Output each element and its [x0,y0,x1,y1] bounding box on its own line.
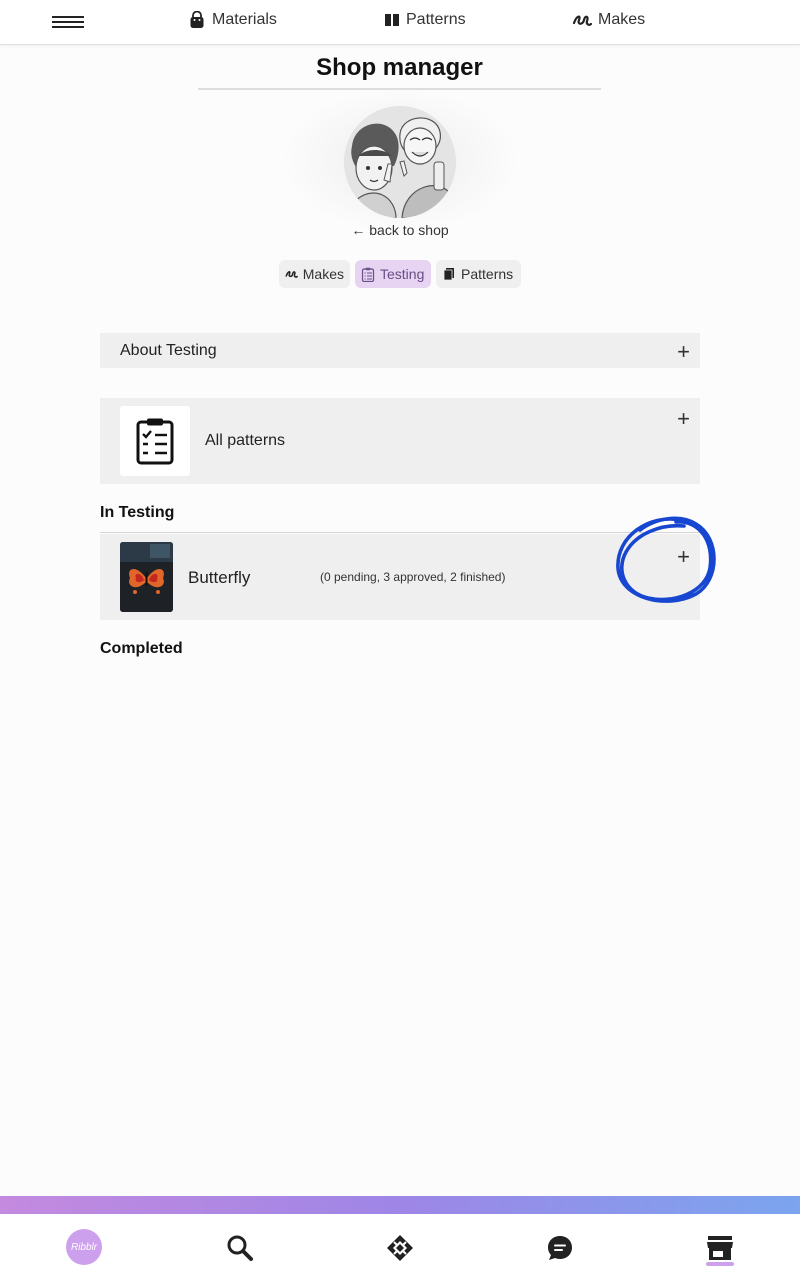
bottom-gradient-strip [0,1196,800,1216]
nav-makes-label: Makes [598,11,646,28]
expand-plus-icon[interactable]: + [677,546,690,568]
tab-makes[interactable]: Makes [279,260,350,288]
patterns-button[interactable] [380,1228,420,1268]
active-tab-indicator [706,1262,734,1266]
all-patterns-row[interactable]: All patterns + [100,398,700,484]
expand-plus-icon[interactable]: + [677,408,690,430]
shop-avatar [344,106,456,218]
chat-bubble-icon [548,1236,572,1260]
back-to-shop-link[interactable]: ← back to shop [300,222,500,238]
nav-materials-label: Materials [212,11,277,28]
nav-patterns[interactable]: Patterns [384,11,466,29]
testing-item-status: (0 pending, 3 approved, 2 finished) [320,570,506,584]
clipboard-icon [361,267,375,282]
search-icon [227,1235,253,1261]
chat-button[interactable] [540,1228,580,1268]
testing-item-name: Butterfly [188,568,251,587]
section-heading-completed: Completed [100,640,183,657]
tab-patterns[interactable]: Patterns [436,260,521,288]
bottom-navigation-bar: Ribblr [0,1214,800,1280]
ribblr-logo: Ribblr [66,1229,102,1265]
section-heading-in-testing: In Testing [100,504,175,521]
nav-patterns-label: Patterns [406,11,466,28]
hamburger-menu-icon[interactable] [52,16,84,28]
pattern-diamond-icon [387,1235,413,1261]
all-patterns-label: All patterns [205,432,286,449]
butterfly-thumbnail [120,542,173,612]
tab-testing-label: Testing [380,266,425,282]
yarn-squiggle-icon [285,271,298,278]
home-logo-button[interactable]: Ribblr [64,1227,104,1267]
shopping-bag-icon [190,11,204,28]
top-navigation-bar: Materials Patterns Makes [0,0,800,45]
about-testing-label: About Testing [120,342,217,359]
page-title: Shop manager [316,54,483,81]
tab-testing[interactable]: Testing [355,260,431,288]
book-icon [443,268,454,281]
book-icon [385,14,399,26]
about-testing-accordion[interactable]: About Testing + [100,333,700,368]
tab-patterns-label: Patterns [461,266,514,282]
section-divider [100,532,700,533]
nav-makes[interactable]: Makes [572,11,645,29]
testing-item-row[interactable]: Butterfly (0 pending, 3 approved, 2 fini… [100,534,700,620]
search-button[interactable] [220,1228,260,1268]
expand-plus-icon[interactable]: + [677,341,690,363]
nav-materials[interactable]: Materials [188,11,277,29]
checklist-icon [120,406,190,476]
tab-makes-label: Makes [302,266,344,282]
yarn-squiggle-icon [572,15,592,26]
storefront-icon [707,1236,733,1260]
